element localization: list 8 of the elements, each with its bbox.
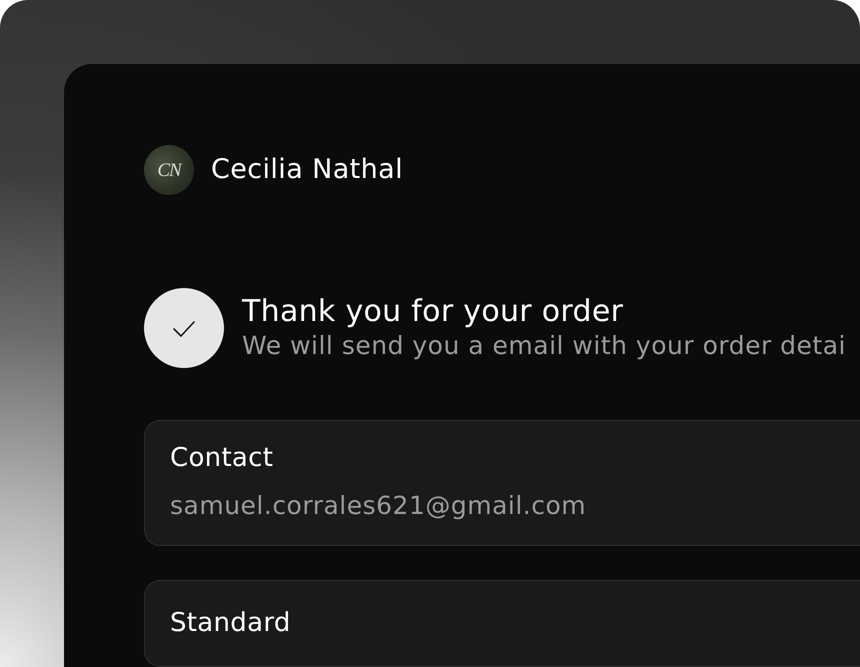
card-title: Contact [170, 443, 274, 473]
confirmation-title: Thank you for your order [242, 294, 624, 330]
avatar-initials: CN [157, 160, 181, 180]
card-title: Standard [170, 608, 292, 638]
confirmation-message: We will send you a email with your order detai [242, 330, 846, 362]
user-name: Cecilia Nathal [211, 154, 404, 186]
card-value: samuel.corrales621@gmail.com [170, 491, 588, 521]
check-circle-icon [144, 288, 224, 368]
